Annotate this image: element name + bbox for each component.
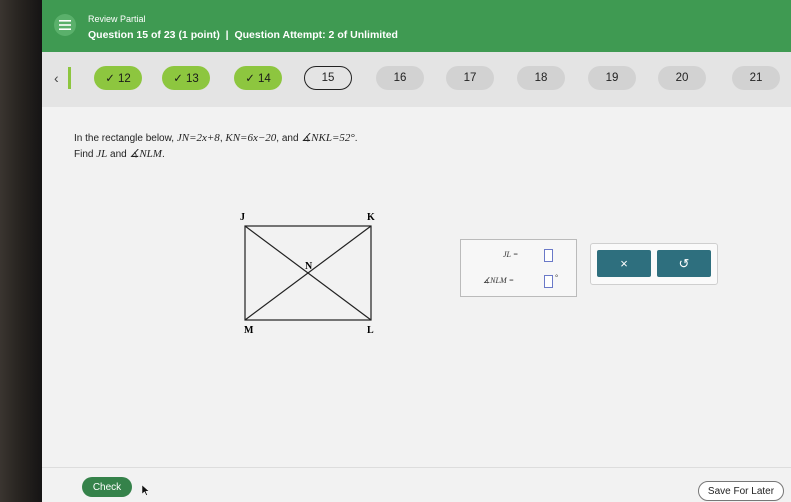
- clear-button[interactable]: ×: [597, 250, 651, 277]
- expr-kn: KN=6x−20: [225, 132, 277, 144]
- undo-button[interactable]: ↺: [657, 250, 711, 277]
- expr-angle-nkl: ∡NKL=52°: [301, 132, 355, 144]
- question-18-button[interactable]: 18: [517, 66, 565, 90]
- question-12-button[interactable]: ✓ 12: [94, 66, 142, 90]
- vertex-label-l: L: [367, 325, 374, 336]
- hamburger-icon: [59, 20, 71, 30]
- question-16-button[interactable]: 16: [376, 66, 424, 90]
- mouse-cursor-icon: [142, 485, 150, 496]
- answer-tools: × ↺: [590, 243, 718, 285]
- jl-label: JL =: [503, 250, 519, 259]
- question-content: In the rectangle below, JN=2x+8, KN=6x−2…: [42, 107, 791, 467]
- and-text: , and: [276, 133, 299, 144]
- header-bar: Review Partial Question 15 of 23 (1 poin…: [42, 0, 791, 52]
- footer-bar: Check Save For Later: [42, 467, 791, 502]
- question-navigator: ‹ ✓ 12 ✓ 13 ✓ 14 15 16 17 18 19 20 21: [42, 52, 791, 107]
- rectangle-figure: J K M L N: [240, 212, 375, 336]
- comma: ,: [219, 133, 223, 144]
- nlm-input[interactable]: [544, 275, 553, 288]
- expr-jn: JN=2x+8: [176, 132, 220, 144]
- monitor-bezel: [0, 0, 42, 502]
- vertex-label-k: K: [367, 212, 375, 223]
- question-20-button[interactable]: 20: [658, 66, 706, 90]
- review-status: Review Partial: [88, 14, 146, 24]
- save-for-later-button[interactable]: Save For Later: [698, 481, 784, 501]
- jl-input[interactable]: [544, 249, 553, 262]
- question-15-button[interactable]: 15: [304, 66, 352, 90]
- close-icon: ×: [620, 256, 628, 271]
- menu-button[interactable]: [54, 14, 76, 36]
- problem-intro: In the rectangle below,: [74, 133, 175, 144]
- screen: Review Partial Question 15 of 23 (1 poin…: [42, 0, 791, 502]
- check-button[interactable]: Check: [82, 477, 132, 497]
- degree-symbol: °: [555, 273, 559, 282]
- question-info: Question 15 of 23 (1 point) | Question A…: [88, 29, 398, 41]
- answer-box: JL = ∡NLM = °: [460, 239, 577, 297]
- expr-angle-nlm: ∡NLM: [129, 148, 162, 160]
- question-21-button[interactable]: 21: [732, 66, 780, 90]
- question-19-button[interactable]: 19: [588, 66, 636, 90]
- nlm-label: ∡NLM =: [483, 276, 515, 285]
- period: .: [354, 133, 358, 144]
- question-13-button[interactable]: ✓ 13: [162, 66, 210, 90]
- undo-icon: ↺: [678, 255, 690, 271]
- vertex-label-j: J: [240, 212, 245, 223]
- problem-question: Find JL and ∡NLM.: [74, 147, 165, 160]
- expr-jl: JL: [96, 148, 108, 160]
- question-14-button[interactable]: ✓ 14: [234, 66, 282, 90]
- chevron-left-icon: ‹: [54, 70, 59, 86]
- question-17-button[interactable]: 17: [446, 66, 494, 90]
- find-text: Find: [74, 149, 94, 160]
- find-and: and: [110, 149, 127, 160]
- vertex-label-m: M: [244, 325, 254, 336]
- center-label-n: N: [305, 261, 313, 272]
- problem-statement: In the rectangle below, JN=2x+8, KN=6x−2…: [74, 131, 358, 144]
- previous-questions-button[interactable]: ‹: [50, 67, 71, 89]
- period: .: [161, 149, 165, 160]
